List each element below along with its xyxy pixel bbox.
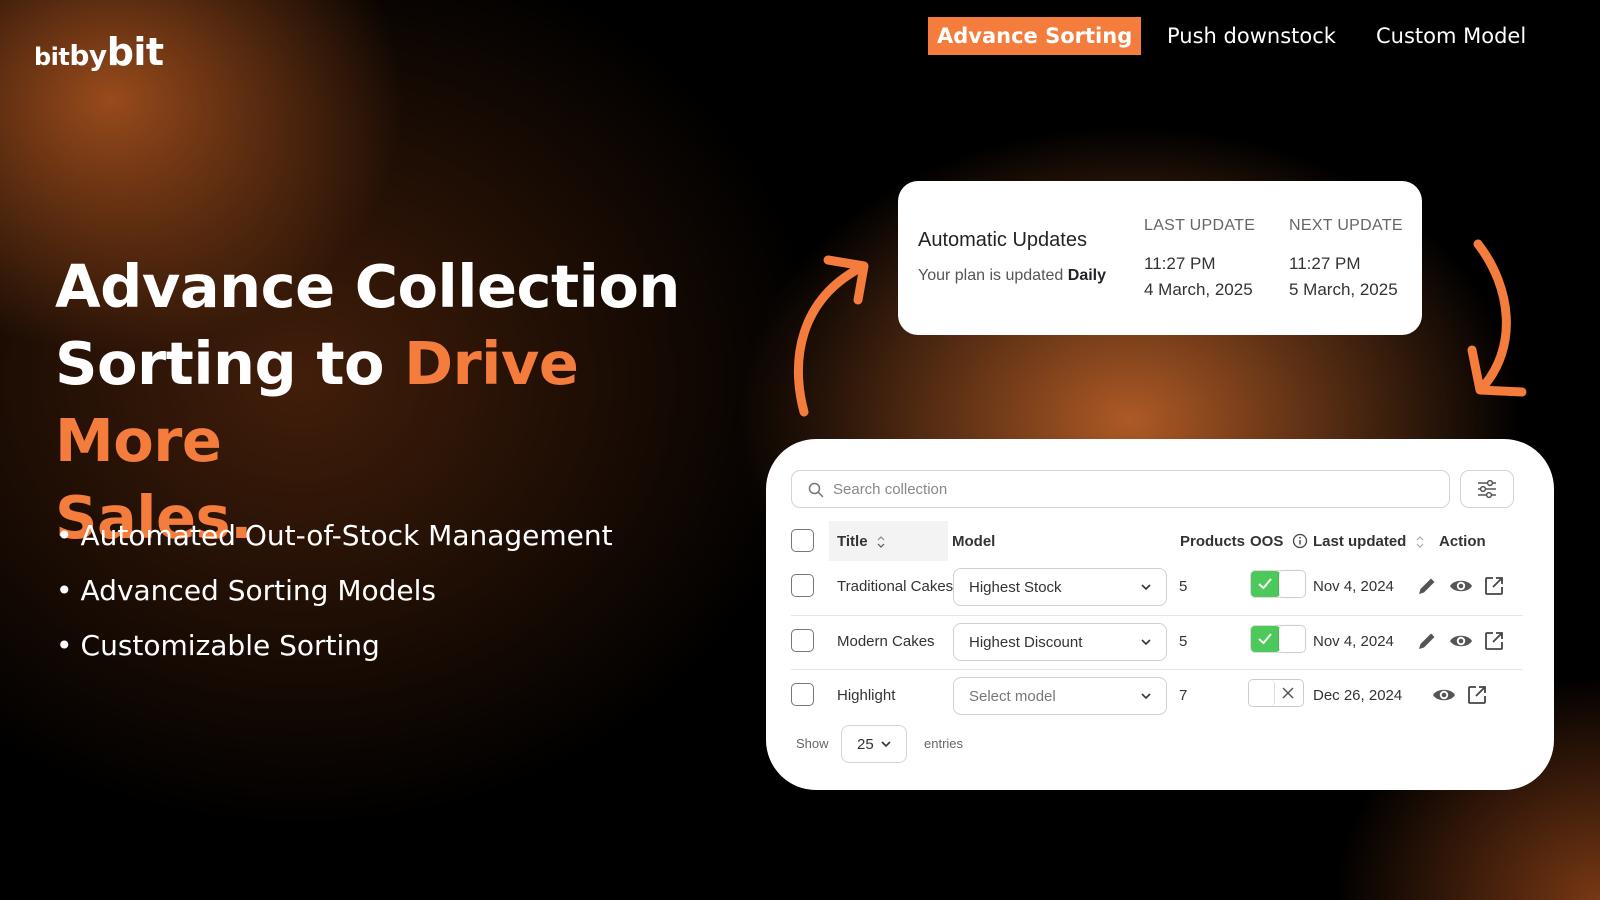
model-select[interactable]: Select model	[953, 677, 1167, 715]
brand-logo: bit by bit	[34, 30, 164, 74]
model-select-value: Highest Stock	[969, 579, 1062, 596]
oos-toggle[interactable]	[1248, 679, 1304, 707]
chevron-down-icon	[1141, 693, 1151, 700]
logo-text-bit-large: bit	[106, 30, 164, 74]
row-checkbox[interactable]	[791, 683, 814, 706]
row-last-updated: Nov 4, 2024	[1313, 633, 1394, 650]
close-x-icon	[1282, 687, 1294, 699]
last-update-time: 11:27 PM	[1144, 254, 1216, 273]
filter-sliders-icon	[1478, 479, 1496, 499]
feature-item: Customizable Sorting	[56, 618, 613, 673]
nav-custom-model[interactable]: Custom Model	[1376, 17, 1526, 55]
automatic-updates-card: Automatic Updates Your plan is updated D…	[898, 181, 1422, 335]
model-select-placeholder: Select model	[969, 688, 1056, 705]
row-products-count: 5	[1179, 633, 1188, 650]
search-icon	[808, 482, 824, 498]
sort-icon	[1416, 536, 1423, 548]
oos-toggle[interactable]	[1250, 625, 1306, 653]
collections-table-card: Title Model Products OOS Last updated Ac…	[766, 439, 1554, 790]
edit-pencil-icon[interactable]	[1416, 630, 1438, 652]
search-box	[791, 470, 1450, 508]
headline-line1: Advance Collection	[55, 252, 680, 321]
column-title-label: Title	[837, 533, 868, 550]
last-update-label: LAST UPDATE	[1144, 217, 1256, 234]
toggle-knob	[1279, 571, 1305, 597]
next-update-date: 5 March, 2025	[1289, 280, 1398, 299]
logo-text-by: by	[69, 39, 107, 72]
row-checkbox[interactable]	[791, 629, 814, 652]
column-oos-label: OOS	[1250, 533, 1284, 550]
row-title[interactable]: Highlight	[837, 687, 895, 704]
show-label: Show	[796, 736, 829, 751]
nav-advance-sorting[interactable]: Advance Sorting	[928, 17, 1142, 55]
auto-updates-title: Automatic Updates	[918, 229, 1087, 251]
row-last-updated: Nov 4, 2024	[1313, 578, 1394, 595]
select-all-checkbox[interactable]	[791, 529, 814, 552]
row-title[interactable]: Modern Cakes	[837, 633, 935, 650]
filter-button[interactable]	[1460, 470, 1514, 508]
external-link-icon[interactable]	[1483, 575, 1505, 597]
headline-line2-plain: Sorting to	[55, 329, 405, 398]
page-size-value: 25	[857, 736, 874, 753]
table-row: Modern Cakes Highest Discount 5 Nov 4, 2…	[791, 615, 1523, 669]
auto-updates-subtitle-prefix: Your plan is updated	[918, 267, 1064, 284]
column-last-updated-header[interactable]: Last updated	[1313, 533, 1425, 550]
feature-list: Automated Out-of-Stock Management Advanc…	[56, 508, 613, 673]
sort-icon	[877, 536, 885, 548]
external-link-icon[interactable]	[1466, 684, 1488, 706]
column-oos-header: OOS	[1250, 533, 1308, 550]
oos-toggle[interactable]	[1250, 570, 1306, 598]
column-products-header: Products	[1180, 533, 1246, 550]
row-title[interactable]: Traditional Cakes	[837, 578, 953, 595]
table-row: Traditional Cakes Highest Stock 5 Nov 4,…	[791, 561, 1523, 615]
checkmark-icon	[1258, 633, 1272, 645]
auto-updates-subtitle: Your plan is updated Daily	[918, 267, 1106, 285]
model-select[interactable]: Highest Discount	[953, 623, 1167, 661]
info-icon[interactable]	[1292, 533, 1308, 549]
feature-item: Advanced Sorting Models	[56, 563, 613, 618]
top-nav: Advance Sorting Push downstock Custom Mo…	[900, 17, 1600, 55]
row-last-updated: Dec 26, 2024	[1313, 687, 1403, 704]
page-size-select[interactable]: 25	[841, 725, 907, 763]
view-eye-icon[interactable]	[1449, 575, 1473, 597]
next-update-label: NEXT UPDATE	[1289, 217, 1403, 234]
toggle-on-track	[1251, 626, 1280, 652]
row-checkbox[interactable]	[791, 574, 814, 597]
entries-label: entries	[924, 736, 964, 751]
column-last-updated-label: Last updated	[1313, 533, 1407, 550]
model-select[interactable]: Highest Stock	[953, 568, 1167, 606]
table-header: Title Model Products OOS Last updated Ac…	[791, 521, 1523, 561]
row-products-count: 7	[1179, 687, 1188, 704]
view-eye-icon[interactable]	[1432, 684, 1456, 706]
chevron-down-icon	[1141, 639, 1151, 646]
view-eye-icon[interactable]	[1449, 630, 1473, 652]
column-model-header: Model	[952, 533, 996, 550]
nav-push-downstock[interactable]: Push downstock	[1167, 17, 1336, 55]
table-row: Highlight Select model 7 Dec 26, 2024	[791, 669, 1523, 723]
external-link-icon[interactable]	[1483, 630, 1505, 652]
edit-pencil-icon[interactable]	[1416, 575, 1438, 597]
toggle-knob	[1279, 626, 1305, 652]
toggle-on-track	[1251, 571, 1280, 597]
curved-arrow-down-icon	[1467, 239, 1527, 397]
model-select-value: Highest Discount	[969, 634, 1083, 651]
chevron-down-icon	[1141, 584, 1151, 591]
auto-updates-frequency: Daily	[1067, 267, 1107, 284]
feature-item: Automated Out-of-Stock Management	[56, 508, 613, 563]
row-products-count: 5	[1179, 578, 1188, 595]
column-title-header[interactable]: Title	[837, 533, 886, 550]
logo-text-bit: bit	[34, 43, 70, 71]
curved-arrow-up-icon	[793, 255, 869, 417]
toggle-knob	[1249, 680, 1275, 706]
chevron-down-icon	[881, 741, 891, 748]
column-action-header: Action	[1439, 533, 1486, 550]
checkmark-icon	[1258, 578, 1272, 590]
next-update-time: 11:27 PM	[1289, 254, 1361, 273]
search-input[interactable]	[833, 479, 1433, 499]
last-update-date: 4 March, 2025	[1144, 280, 1253, 299]
